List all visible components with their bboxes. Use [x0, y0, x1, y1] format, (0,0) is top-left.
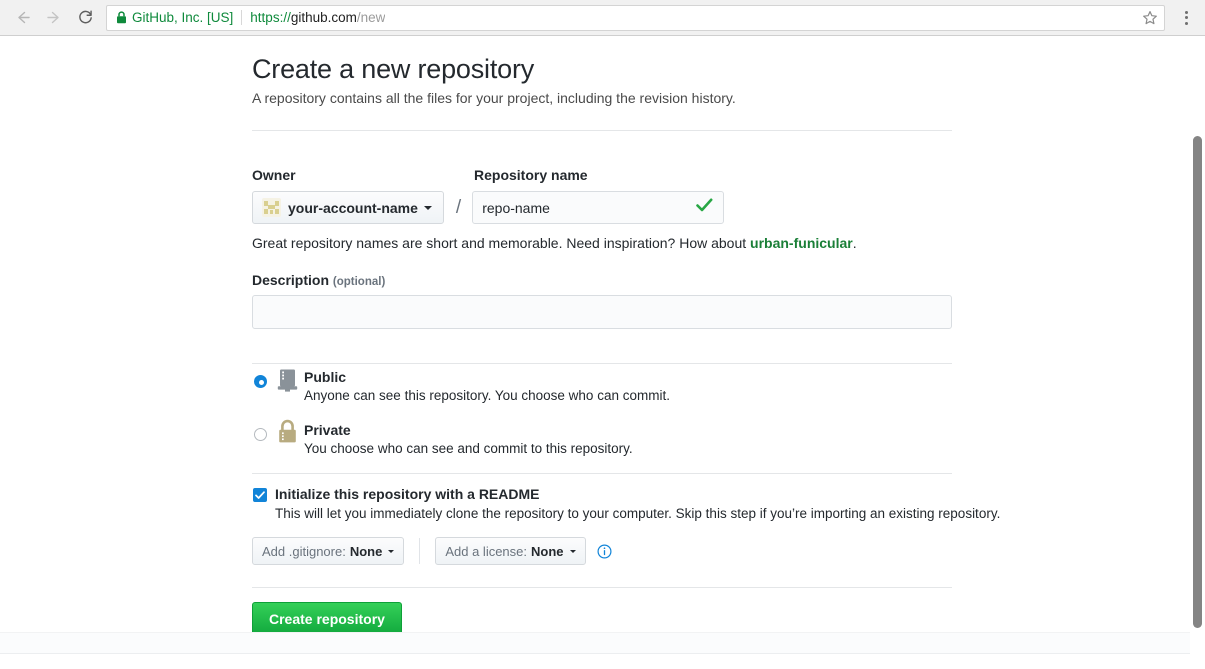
- owner-value: your-account-name: [288, 199, 418, 216]
- page-content: Create a new repository A repository con…: [0, 36, 1205, 669]
- url-host: github.com: [290, 10, 357, 25]
- readme-description: This will let you immediately clone the …: [275, 506, 1001, 521]
- repo-book-icon: [277, 368, 299, 399]
- page-subtitle: A repository contains all the files for …: [252, 90, 736, 106]
- back-button[interactable]: [8, 3, 38, 33]
- hint-text-after: .: [852, 235, 857, 251]
- description-label-text: Description: [252, 272, 330, 288]
- owner-dropdown[interactable]: your-account-name: [252, 191, 444, 224]
- reload-button[interactable]: [70, 3, 100, 33]
- kebab-dot: [1184, 16, 1188, 19]
- radio-public[interactable]: [254, 375, 267, 388]
- visibility-title-private: Private: [304, 422, 351, 438]
- scrollbar-track[interactable]: [1190, 72, 1205, 669]
- license-dropdown[interactable]: Add a license: None: [435, 537, 586, 565]
- lock-icon: [277, 419, 299, 452]
- forward-button[interactable]: [38, 3, 68, 33]
- checkmark-icon: [696, 198, 713, 218]
- readme-title: Initialize this repository with a README: [275, 486, 540, 502]
- description-input[interactable]: [252, 295, 952, 329]
- url-path: /new: [356, 10, 386, 25]
- radio-private[interactable]: [254, 428, 267, 441]
- divider-readme: [252, 473, 952, 474]
- visibility-title-public: Public: [304, 369, 347, 385]
- owner-label: Owner: [252, 167, 296, 183]
- identicon-avatar: [262, 198, 281, 217]
- star-icon[interactable]: [1134, 10, 1158, 26]
- scrollbar-thumb[interactable]: [1193, 136, 1202, 628]
- owner-repo-separator: /: [455, 196, 462, 218]
- address-bar[interactable]: GitHub, Inc. [US] https://github.com/new: [106, 4, 1165, 31]
- gitignore-value: None: [349, 543, 383, 559]
- hint-text-before: Great repository names are short and mem…: [252, 235, 751, 251]
- lock-icon: [116, 11, 127, 24]
- page-title: Create a new repository: [252, 54, 535, 84]
- divider-submit: [252, 587, 952, 588]
- visibility-description-private: You choose who can see and commit to thi…: [304, 441, 633, 456]
- chevron-down-icon: [388, 549, 395, 553]
- gitignore-label: Add .gitignore:: [262, 543, 346, 559]
- visibility-option-public[interactable]: Public Anyone can see this repository. Y…: [252, 369, 952, 428]
- url-scheme: https://: [250, 10, 291, 25]
- site-identity-label: GitHub, Inc. [US]: [132, 10, 234, 25]
- license-label: Add a license:: [445, 543, 528, 559]
- create-repository-button[interactable]: Create repository: [252, 602, 402, 636]
- hint-suggestion[interactable]: urban-funicular: [750, 235, 853, 251]
- browser-toolbar: GitHub, Inc. [US] https://github.com/new: [0, 0, 1205, 36]
- repo-name-input[interactable]: [472, 191, 725, 224]
- omnibox-divider: [241, 10, 243, 25]
- kebab-dot: [1184, 21, 1188, 25]
- chevron-down-icon: [569, 549, 576, 553]
- readme-option[interactable]: Initialize this repository with a README…: [252, 486, 1000, 530]
- divider-visibility: [252, 363, 952, 364]
- toolbar-divider: [419, 538, 421, 564]
- description-optional-text: (optional): [332, 276, 386, 288]
- divider-top: [252, 130, 952, 131]
- repo-name-label: Repository name: [474, 167, 588, 183]
- license-value: None: [531, 543, 564, 559]
- visibility-description-public: Anyone can see this repository. You choo…: [304, 388, 670, 403]
- kebab-dot: [1184, 10, 1188, 14]
- url-text: https://github.com/new: [250, 10, 385, 25]
- page-footer-band: [0, 632, 1205, 654]
- description-label: Description (optional): [252, 272, 385, 288]
- repo-name-hint: Great repository names are short and mem…: [252, 235, 857, 251]
- info-circle-icon[interactable]: [597, 543, 612, 559]
- gitignore-dropdown[interactable]: Add .gitignore: None: [252, 537, 405, 565]
- readme-checkbox[interactable]: [253, 488, 267, 502]
- browser-menu-button[interactable]: [1171, 3, 1201, 33]
- chevron-down-icon: [423, 205, 432, 210]
